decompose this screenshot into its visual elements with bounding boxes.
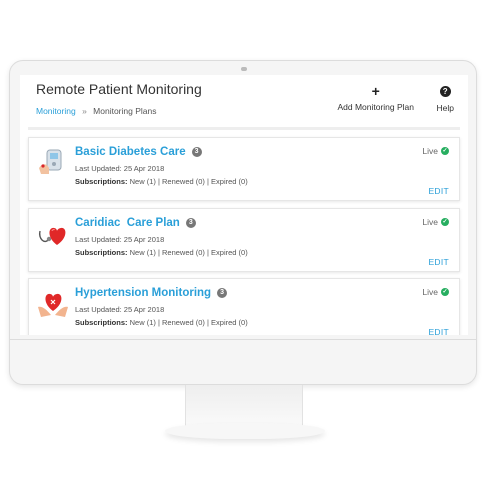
subscriptions-values: New (1) | Renewed (0) | Expired (0) xyxy=(129,318,248,327)
add-monitoring-plan-label: Add Monitoring Plan xyxy=(337,102,414,112)
plan-name-link[interactable]: Hypertension Monitoring 3 xyxy=(75,287,228,299)
plan-name-text: Hypertension Monitoring xyxy=(75,287,212,299)
page-title: Remote Patient Monitoring xyxy=(36,81,202,97)
plan-card: Hypertension Monitoring 3 Last Updated: 2… xyxy=(28,278,460,335)
last-updated-text: Last Updated: 25 Apr 2018 xyxy=(75,305,165,314)
status-badge: Live ✓ xyxy=(422,146,449,156)
heart-stethoscope-icon xyxy=(38,227,66,245)
glucose-meter-icon xyxy=(39,149,62,174)
plan-name-link[interactable]: Basic Diabetes Care 3 xyxy=(75,146,202,158)
subscriptions-values: New (1) | Renewed (0) | Expired (0) xyxy=(129,248,248,257)
hands-heart-icon xyxy=(38,293,68,317)
plus-icon: + xyxy=(371,83,380,99)
subscriptions-summary: Subscriptions: New (1) | Renewed (0) | E… xyxy=(75,177,248,186)
check-circle-icon: ✓ xyxy=(441,218,449,226)
status-badge: Live ✓ xyxy=(422,287,449,297)
status-badge: Live ✓ xyxy=(422,217,449,227)
header-divider xyxy=(28,127,460,130)
plan-name-text: Basic Diabetes Care xyxy=(75,146,186,158)
monitor-stand-neck xyxy=(185,385,303,427)
subscriptions-summary: Subscriptions: New (1) | Renewed (0) | E… xyxy=(75,248,248,257)
plan-card: Caridiac Care Plan 3 Last Updated: 25 Apr… xyxy=(28,208,460,272)
subscriptions-label: Subscriptions: xyxy=(75,318,128,327)
check-circle-icon: ✓ xyxy=(441,288,449,296)
monitor-frame: Remote Patient Monitoring Monitoring » M… xyxy=(9,60,477,385)
breadcrumb-monitoring-link[interactable]: Monitoring xyxy=(36,106,76,116)
subscriptions-summary: Subscriptions: New (1) | Renewed (0) | E… xyxy=(75,318,248,327)
help-button[interactable]: ? Help xyxy=(437,85,454,113)
plan-count-badge: 3 xyxy=(185,218,196,228)
status-text: Live xyxy=(422,217,438,227)
edit-button[interactable]: EDIT xyxy=(428,327,449,335)
edit-button[interactable]: EDIT xyxy=(428,186,449,196)
subscriptions-label: Subscriptions: xyxy=(75,248,128,257)
edit-button[interactable]: EDIT xyxy=(428,257,449,267)
breadcrumb-current: Monitoring Plans xyxy=(93,106,157,116)
camera-dot xyxy=(241,67,247,71)
help-label: Help xyxy=(436,103,454,113)
plan-name-text: Caridiac Care Plan xyxy=(75,217,180,229)
breadcrumb-separator: » xyxy=(82,106,87,116)
subscriptions-label: Subscriptions: xyxy=(75,177,128,186)
help-icon: ? xyxy=(439,86,451,97)
monitor-chin-divider xyxy=(10,339,476,340)
monitor-stand-base xyxy=(165,423,325,439)
plan-name-link[interactable]: Caridiac Care Plan 3 xyxy=(75,217,196,229)
add-monitoring-plan-button[interactable]: + Add Monitoring Plan xyxy=(337,83,414,112)
status-text: Live xyxy=(422,287,438,297)
app-screen: Remote Patient Monitoring Monitoring » M… xyxy=(20,75,468,335)
breadcrumb: Monitoring » Monitoring Plans xyxy=(36,106,156,116)
plan-count-badge: 3 xyxy=(191,147,202,157)
check-circle-icon: ✓ xyxy=(441,147,449,155)
plan-card: Basic Diabetes Care 3 Last Updated: 25 Ap… xyxy=(28,137,460,201)
page-header: Remote Patient Monitoring Monitoring » M… xyxy=(36,81,458,127)
last-updated-text: Last Updated: 25 Apr 2018 xyxy=(75,235,165,244)
subscriptions-values: New (1) | Renewed (0) | Expired (0) xyxy=(129,177,248,186)
last-updated-text: Last Updated: 25 Apr 2018 xyxy=(75,164,165,173)
plan-count-badge: 3 xyxy=(217,288,228,298)
status-text: Live xyxy=(422,146,438,156)
